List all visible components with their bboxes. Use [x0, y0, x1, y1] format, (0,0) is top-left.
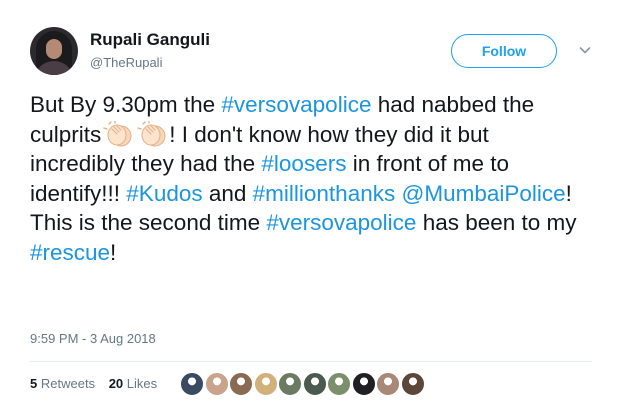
hashtag-link[interactable]: #rescue	[30, 240, 110, 265]
likes-label[interactable]: Likes	[127, 376, 157, 391]
liker-avatar[interactable]	[400, 372, 425, 396]
liker-avatar[interactable]	[204, 372, 229, 396]
liker-avatar[interactable]	[278, 372, 302, 396]
hashtag-link[interactable]: #millionthanks	[253, 181, 396, 206]
divider	[30, 361, 592, 362]
hashtag-link[interactable]: #loosers	[261, 151, 346, 176]
author-name[interactable]: Rupali Ganguli	[90, 30, 210, 50]
hashtag-link[interactable]: #versovapolice	[221, 92, 371, 117]
liker-avatar[interactable]	[376, 372, 400, 396]
clapping-hands-icon	[137, 120, 169, 147]
follow-button[interactable]: Follow	[451, 34, 557, 68]
engagement-stats: 5 Retweets 20 Likes	[30, 376, 157, 391]
liker-avatar[interactable]	[327, 372, 351, 396]
tweet-timestamp[interactable]: 9:59 PM - 3 Aug 2018	[30, 331, 156, 346]
author-handle[interactable]: @TheRupali	[90, 55, 162, 70]
retweets-count[interactable]: 5	[30, 376, 37, 391]
tweet-text-segment: But By 9.30pm the	[30, 92, 222, 117]
tweet-text-segment: and	[202, 180, 253, 206]
tweet-text-segment: !	[110, 239, 117, 265]
retweets-label[interactable]: Retweets	[41, 376, 95, 391]
avatar[interactable]	[30, 27, 78, 75]
likes-count[interactable]: 20	[109, 376, 123, 391]
liker-avatar[interactable]	[351, 372, 376, 396]
tweet-text-segment: has been to my	[416, 210, 577, 235]
liker-avatar[interactable]	[229, 372, 253, 396]
liker-avatar[interactable]	[302, 372, 327, 396]
liker-avatar[interactable]	[253, 372, 278, 396]
hashtag-link[interactable]: #versovapolice	[266, 210, 416, 235]
tweet-card: Rupali Ganguli @TheRupali Follow But By …	[0, 0, 624, 405]
chevron-down-icon[interactable]	[579, 44, 591, 56]
tweet-text: But By 9.30pm the #versovapolice had nab…	[30, 90, 590, 267]
liker-avatar[interactable]	[180, 372, 204, 396]
clapping-hands-icon	[103, 120, 135, 147]
mention-link[interactable]: @MumbaiPolice	[402, 181, 566, 206]
hashtag-link[interactable]: #Kudos	[126, 181, 202, 206]
